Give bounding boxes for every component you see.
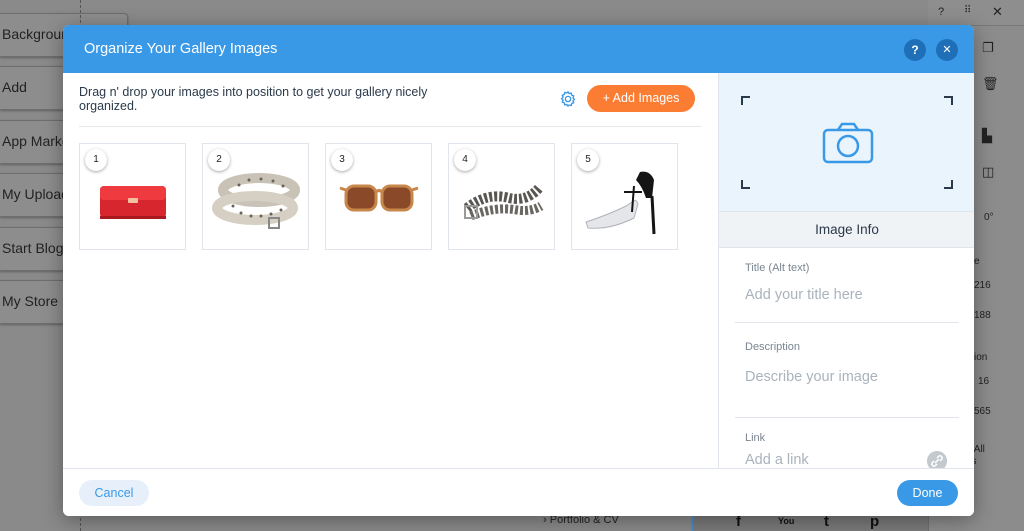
image-info-header: Image Info [719, 211, 974, 248]
crop-corner [741, 180, 750, 189]
help-button[interactable]: ? [904, 39, 926, 61]
title-input[interactable] [745, 287, 955, 303]
crop-corner [944, 180, 953, 189]
copy-icon[interactable]: ❐ [982, 40, 994, 56]
dialog-footer: Cancel Done [63, 468, 974, 516]
panel-label-fragment: ion [974, 352, 988, 363]
youtube-icon[interactable]: You [778, 516, 794, 526]
image-info-panel: Image Info Title (Alt text) Description … [718, 73, 974, 468]
gallery-image-thumbnail[interactable]: 4 [448, 143, 555, 250]
description-input[interactable] [745, 369, 955, 385]
gallery-image-thumbnail[interactable]: 3 [325, 143, 432, 250]
drag-handle-icon[interactable]: ⠿ [964, 5, 971, 16]
sidebar-item-label: My Store [2, 293, 59, 309]
crop-corner [944, 96, 953, 105]
close-icon[interactable]: ✕ [992, 4, 1003, 20]
organize-gallery-dialog: Organize Your Gallery Images ? ✕ Drag n'… [63, 25, 974, 516]
dialog-title: Organize Your Gallery Images [84, 41, 278, 57]
height-value: 188 [974, 310, 991, 321]
divider [735, 322, 959, 323]
gallery-organizer-area: Drag n' drop your images into position t… [63, 73, 718, 468]
title-label: Title (Alt text) [745, 262, 810, 274]
done-button[interactable]: Done [897, 480, 958, 506]
gallery-image-thumbnail[interactable]: 1 [79, 143, 186, 250]
sidebar-item-label: Start Blog [2, 240, 64, 256]
help-text[interactable]: ? [938, 6, 944, 18]
cancel-button[interactable]: Cancel [79, 480, 149, 506]
close-button[interactable]: ✕ [936, 39, 958, 61]
add-images-button[interactable]: + Add Images [587, 85, 695, 112]
layout-icon[interactable]: ◫ [982, 164, 994, 180]
red-clutch-icon [100, 186, 166, 219]
crop-corner [741, 96, 750, 105]
gear-icon[interactable] [559, 90, 577, 108]
description-label: Description [745, 341, 801, 353]
y-value: 565 [974, 406, 991, 417]
rotation-value: 0° [984, 212, 994, 223]
x-value: 16 [978, 376, 990, 387]
sidebar-item-label: Add [2, 79, 27, 95]
trash-icon[interactable]: 🗑 [982, 76, 999, 92]
link-label: Link [745, 432, 766, 444]
gallery-image-thumbnail[interactable]: 2 [202, 143, 309, 250]
instructions-text: Drag n' drop your images into position t… [79, 85, 428, 113]
camera-icon [822, 122, 874, 164]
panel-label-fragment: e [974, 256, 980, 267]
link-input[interactable] [745, 452, 915, 468]
gallery-image-thumbnail[interactable]: 5 [571, 143, 678, 250]
image-preview [719, 73, 974, 211]
align-icon[interactable]: ▙ [982, 128, 992, 144]
divider [79, 126, 701, 127]
sunglasses-icon [339, 184, 419, 212]
width-value: 216 [974, 280, 991, 291]
dialog-header: Organize Your Gallery Images ? ✕ [63, 25, 974, 73]
link-icon[interactable] [927, 451, 947, 468]
braided-belt-icon [463, 184, 544, 221]
high-heel-shoe-icon [585, 171, 656, 235]
divider [735, 417, 959, 418]
studded-belt-icon [212, 173, 300, 229]
